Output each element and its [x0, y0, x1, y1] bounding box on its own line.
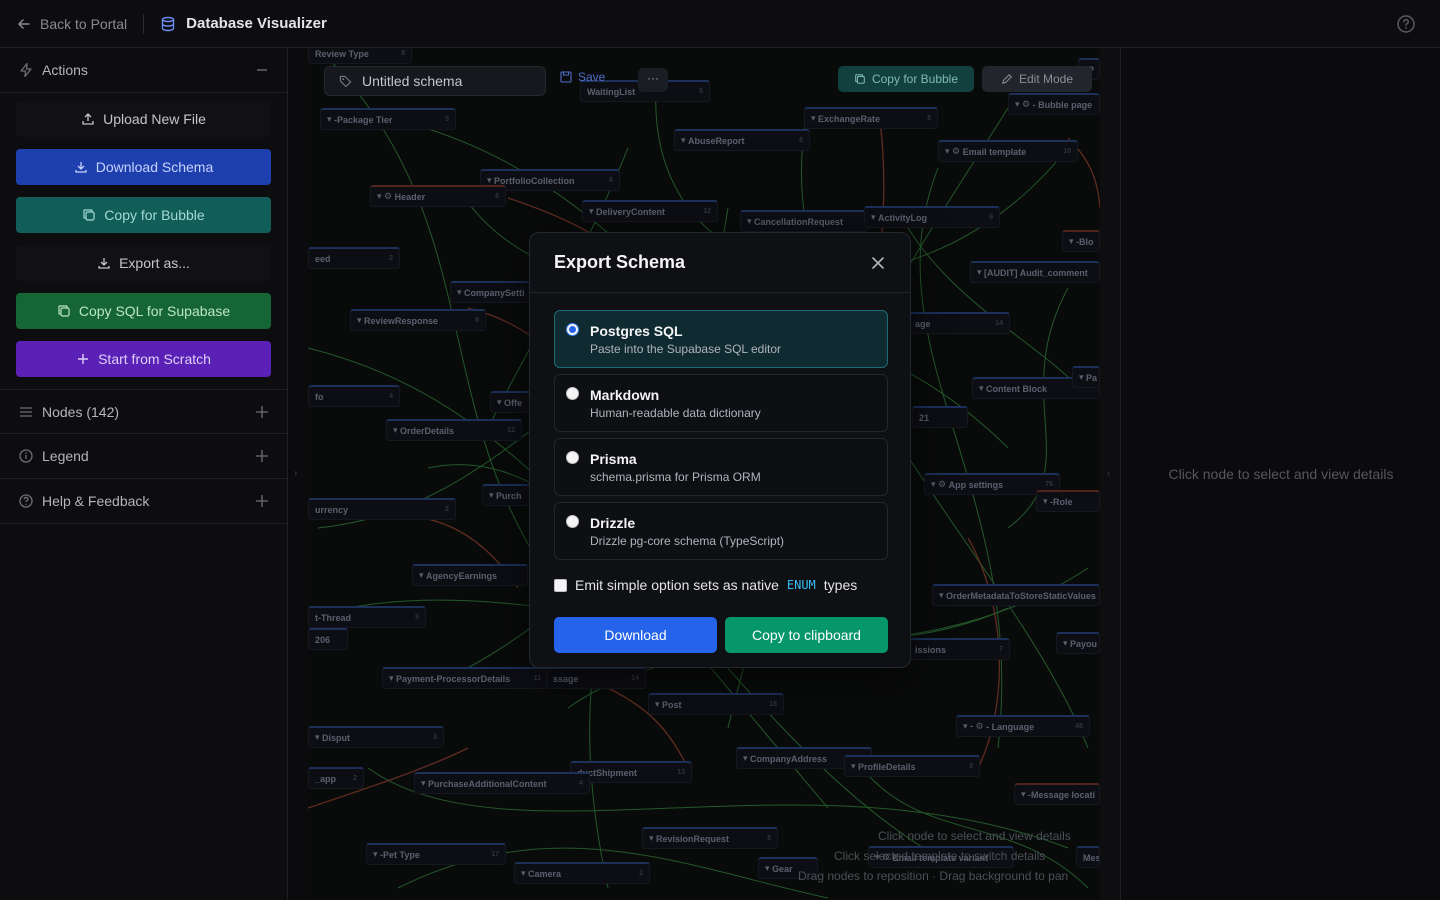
edit-mode-button[interactable]: Edit Mode — [982, 66, 1092, 92]
arrow-left-icon — [17, 18, 30, 29]
option-label: Postgres SQL — [590, 323, 683, 339]
download-button[interactable]: Download — [554, 617, 717, 653]
sidebar: Actions Upload New File Download Schema … — [0, 48, 288, 900]
more-label: ··· — [647, 71, 659, 85]
actions-title: Actions — [42, 62, 88, 78]
database-icon — [161, 16, 175, 31]
back-label: Back to Portal — [40, 15, 128, 32]
upload-icon — [82, 113, 94, 125]
option-label: Markdown — [590, 387, 660, 403]
download-schema-label: Download Schema — [95, 159, 214, 175]
list-icon — [18, 404, 34, 420]
scratch-label: Start from Scratch — [98, 351, 211, 367]
plus-icon[interactable] — [255, 449, 269, 463]
radio-button[interactable] — [566, 451, 579, 464]
enum-option-row[interactable]: Emit simple option sets as native ENUM t… — [554, 577, 857, 593]
zap-icon — [18, 62, 34, 78]
back-to-portal-link[interactable]: Back to Portal — [16, 16, 127, 32]
help-section-header[interactable]: Help & Feedback — [0, 479, 287, 524]
copy-icon — [855, 74, 865, 84]
tag-icon — [339, 75, 352, 87]
legend-section-header[interactable]: Legend — [0, 434, 287, 479]
close-icon[interactable] — [870, 255, 886, 271]
option-description: Paste into the Supabase SQL editor — [590, 342, 782, 356]
edit-icon — [1001, 73, 1012, 85]
download-icon — [75, 162, 87, 173]
enum-checkbox[interactable] — [554, 578, 567, 592]
info-icon — [18, 448, 34, 464]
option-description: Drizzle pg-core schema (TypeScript) — [590, 534, 785, 548]
legend-title: Legend — [42, 448, 89, 464]
top-bar: Back to Portal Database Visualizer — [0, 0, 1440, 48]
dialog-title: Export Schema — [554, 252, 686, 272]
copy-bubble-label: Copy for Bubble — [104, 207, 205, 223]
upload-new-file-button[interactable]: Upload New File — [16, 101, 271, 137]
minus-icon[interactable] — [255, 63, 269, 77]
radio-button[interactable] — [566, 515, 579, 528]
details-panel: Click node to select and view details — [1120, 48, 1440, 900]
copy-label: Copy to clipboard — [752, 627, 861, 643]
save-button[interactable]: Save — [560, 70, 605, 84]
plus-icon — [78, 354, 89, 364]
dialog-header: Export Schema — [530, 233, 910, 293]
copy-bubble-toolbar-label: Copy for Bubble — [871, 72, 959, 86]
checkbox-label-code: ENUM — [786, 578, 816, 592]
save-icon — [560, 71, 572, 83]
canvas-hint-drag: Drag nodes to reposition · Drag backgrou… — [798, 869, 1069, 883]
start-from-scratch-button[interactable]: Start from Scratch — [16, 341, 271, 377]
copy-sql-label: Copy SQL for Supabase — [78, 303, 231, 319]
canvas-hint-select: Click node to select and view details — [878, 829, 1071, 843]
upload-label: Upload New File — [103, 111, 206, 127]
plus-icon[interactable] — [255, 405, 269, 419]
edit-mode-label: Edit Mode — [1018, 72, 1074, 86]
copy-icon — [83, 209, 95, 221]
actions-section-header[interactable]: Actions — [0, 48, 287, 93]
radio-button[interactable] — [566, 387, 579, 400]
nodes-section-header[interactable]: Nodes (142) — [0, 389, 287, 434]
export-option-drizzle[interactable]: Drizzle Drizzle pg-core schema (TypeScri… — [554, 502, 888, 560]
app-title-text: Database Visualizer — [186, 15, 327, 32]
actions-list: Upload New File Download Schema Copy for… — [0, 93, 287, 377]
export-option-postgres[interactable]: Postgres SQL Paste into the Supabase SQL… — [554, 310, 888, 368]
option-label: Drizzle — [590, 515, 636, 531]
checkbox-label-post: types — [823, 577, 858, 593]
export-schema-dialog: Export Schema Postgres SQL Paste into th… — [529, 232, 911, 668]
help-circle-icon — [18, 493, 34, 509]
option-description: schema.prisma for Prisma ORM — [590, 470, 761, 484]
copy-sql-supabase-button[interactable]: Copy SQL for Supabase — [16, 293, 271, 329]
schema-name-text: Untitled schema — [362, 73, 463, 89]
details-empty-message: Click node to select and view details — [1168, 466, 1394, 482]
download-label: Download — [604, 627, 667, 643]
option-label: Prisma — [590, 451, 637, 467]
download-schema-button[interactable]: Download Schema — [16, 149, 271, 185]
copy-icon — [58, 305, 70, 317]
help-circle-icon[interactable] — [1396, 14, 1416, 34]
export-option-markdown[interactable]: Markdown Human-readable data dictionary — [554, 374, 888, 432]
nodes-title: Nodes (142) — [42, 403, 120, 420]
download-icon — [98, 258, 110, 269]
copy-to-clipboard-button[interactable]: Copy to clipboard — [725, 617, 888, 653]
copy-for-bubble-button[interactable]: Copy for Bubble — [16, 197, 271, 233]
plus-icon[interactable] — [255, 494, 269, 508]
collapse-sidebar-chevron-icon[interactable]: › — [294, 468, 297, 479]
app-title: Database Visualizer — [160, 15, 327, 32]
radio-button[interactable] — [566, 323, 579, 336]
option-description: Human-readable data dictionary — [590, 406, 761, 420]
more-options-button[interactable]: ··· — [638, 68, 668, 92]
help-title: Help & Feedback — [42, 493, 150, 509]
export-option-prisma[interactable]: Prisma schema.prisma for Prisma ORM — [554, 438, 888, 496]
checkbox-label-pre: Emit simple option sets as native — [575, 577, 779, 593]
canvas-hint-switch: Click selected template to switch detail… — [834, 849, 1046, 863]
save-label: Save — [578, 70, 606, 84]
export-as-label: Export as... — [119, 255, 190, 271]
copy-for-bubble-toolbar-button[interactable]: Copy for Bubble — [838, 66, 974, 92]
divider — [143, 13, 145, 34]
schema-name-field[interactable]: Untitled schema — [324, 66, 546, 96]
export-as-button[interactable]: Export as... — [16, 245, 271, 281]
collapse-details-chevron-icon[interactable]: ‹ — [1107, 468, 1110, 479]
